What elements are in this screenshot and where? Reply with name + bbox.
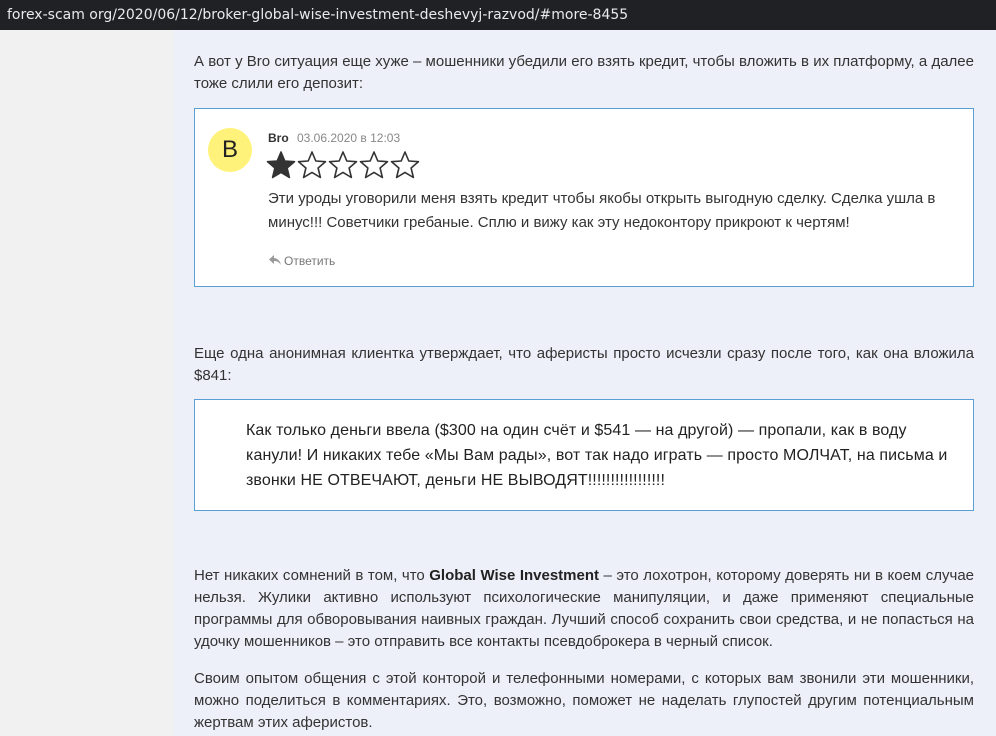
comment-date: 03.06.2020 в 12:03 [297, 131, 401, 145]
left-gutter [0, 30, 174, 736]
brand-name: Global Wise Investment [429, 567, 600, 584]
star-empty-icon [359, 151, 389, 179]
star-empty-icon [390, 151, 420, 179]
rating-stars [266, 150, 420, 180]
comment-text: Эти уроды уговорили меня взять кредит чт… [268, 190, 936, 231]
reply-label: Ответить [284, 254, 336, 268]
comment-card: B Bro 03.06.2020 в 12:03 Эти уроды угово… [194, 108, 974, 287]
final-paragraph: Своим опытом общения с этой конторой и т… [194, 670, 974, 731]
article-content: А вот у Bro ситуация еще хуже – мошенник… [174, 30, 996, 736]
quote-block: Как только деньги ввела ($300 на один сч… [194, 399, 974, 511]
second-intro-paragraph: Еще одна анонимная клиентка утверждает, … [194, 345, 974, 384]
star-empty-icon [297, 151, 327, 179]
comment-author[interactable]: Bro [268, 127, 289, 149]
conclusion-paragraph: Нет никаких сомнений в том, что Global W… [194, 565, 974, 653]
conclusion-prefix: Нет никаких сомнений в том, что [194, 567, 430, 584]
star-filled-icon [266, 151, 296, 179]
url-text: forex-scam org/2020/06/12/broker-global-… [7, 7, 629, 23]
star-empty-icon [328, 151, 358, 179]
reply-arrow-icon [269, 250, 281, 272]
address-bar[interactable]: forex-scam org/2020/06/12/broker-global-… [0, 0, 996, 30]
quote-text: Как только деньги ввела ($300 на один сч… [246, 422, 948, 489]
reply-button[interactable]: Ответить [269, 250, 335, 272]
intro-paragraph: А вот у Bro ситуация еще хуже – мошенник… [194, 53, 974, 92]
avatar: B [208, 128, 252, 172]
